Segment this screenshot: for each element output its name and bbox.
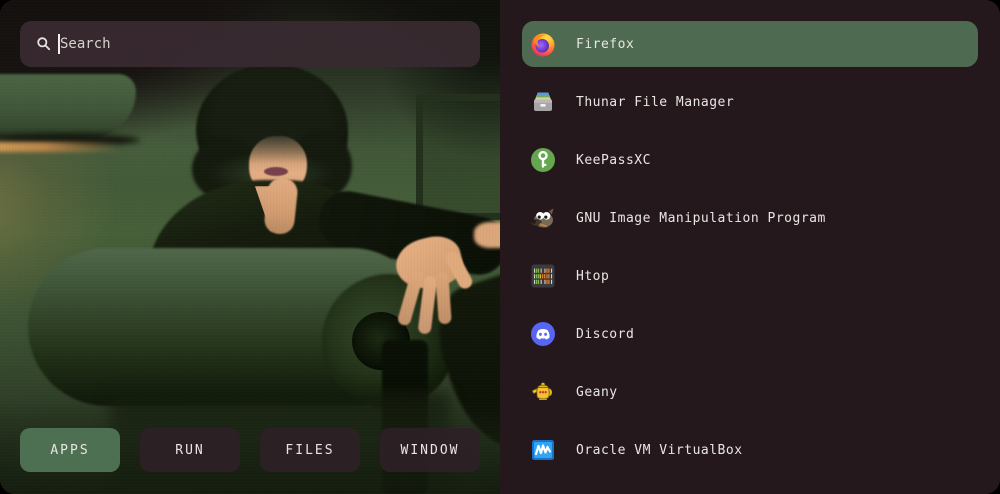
thunar-icon xyxy=(529,88,557,116)
app-item-virtualbox[interactable]: Oracle VM VirtualBox xyxy=(522,427,978,473)
app-item-thunar[interactable]: Thunar File Manager xyxy=(522,79,978,125)
launcher-window: APPS RUN FILES WINDOW xyxy=(0,0,1000,494)
app-item-label: Discord xyxy=(576,327,634,342)
art-grain-overlay xyxy=(0,0,500,494)
app-item-firefox[interactable]: Firefox xyxy=(522,21,978,67)
search-icon xyxy=(36,36,52,52)
geany-icon xyxy=(529,378,557,406)
tab-run[interactable]: RUN xyxy=(140,428,240,472)
app-item-label: Firefox xyxy=(576,37,634,52)
keepassxc-icon xyxy=(529,146,557,174)
app-item-label: Oracle VM VirtualBox xyxy=(576,443,743,458)
app-item-label: Geany xyxy=(576,385,618,400)
app-item-geany[interactable]: Geany xyxy=(522,369,978,415)
tab-window[interactable]: WINDOW xyxy=(380,428,480,472)
app-item-keepassxc[interactable]: KeePassXC xyxy=(522,137,978,183)
wallpaper-panel: APPS RUN FILES WINDOW xyxy=(0,0,500,494)
app-item-label: KeePassXC xyxy=(576,153,651,168)
app-item-discord[interactable]: Discord xyxy=(522,311,978,357)
discord-icon xyxy=(529,320,557,348)
tab-apps[interactable]: APPS xyxy=(20,428,120,472)
app-item-label: GNU Image Manipulation Program xyxy=(576,211,826,226)
tab-files[interactable]: FILES xyxy=(260,428,360,472)
mode-tabs: APPS RUN FILES WINDOW xyxy=(20,428,480,472)
app-item-htop[interactable]: Htop xyxy=(522,253,978,299)
gimp-icon xyxy=(529,204,557,232)
htop-icon xyxy=(529,262,557,290)
text-caret xyxy=(58,34,60,54)
app-item-label: Thunar File Manager xyxy=(576,95,734,110)
virtualbox-icon xyxy=(529,436,557,464)
search-input[interactable] xyxy=(60,36,464,52)
app-item-gimp[interactable]: GNU Image Manipulation Program xyxy=(522,195,978,241)
wallpaper-illustration xyxy=(0,0,500,494)
search-bar[interactable] xyxy=(20,21,480,67)
app-list: Firefox Thunar File Manager KeePassXC xyxy=(500,0,1000,494)
firefox-icon xyxy=(529,30,557,58)
app-item-label: Htop xyxy=(576,269,609,284)
